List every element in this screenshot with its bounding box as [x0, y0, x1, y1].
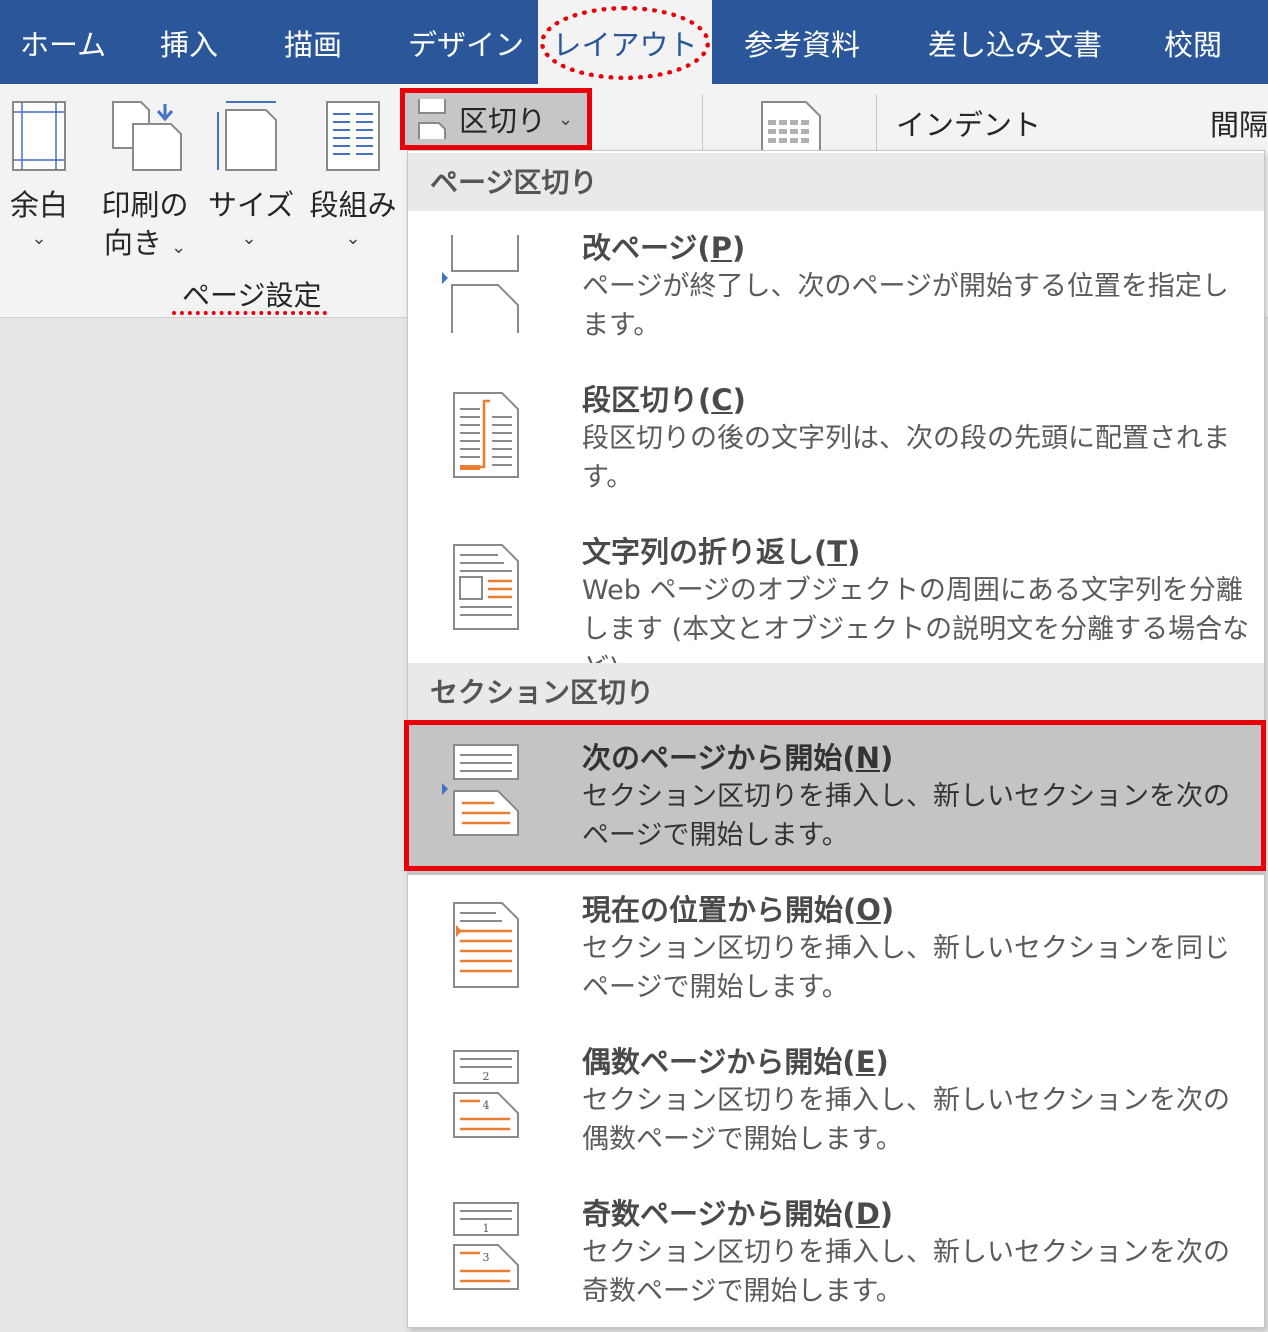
page-break-icon — [442, 235, 519, 333]
tab-draw[interactable]: 描画 — [284, 0, 342, 84]
menu-item-section-even-page[interactable]: 2 4 偶数ページから開始(E) セクション区切りを挿入し、新しいセクションを次… — [408, 1029, 1264, 1179]
tab-review[interactable]: 校閲 — [1164, 0, 1222, 84]
menu-item-title: 偶数ページから開始(E) — [582, 1045, 889, 1079]
svg-text:1: 1 — [483, 1222, 490, 1235]
chevron-down-icon: ⌄ — [241, 228, 257, 249]
tab-design[interactable]: デザイン — [408, 0, 524, 84]
menu-item-description: セクション区切りを挿入し、新しいセクションを次のページで開始します。 — [582, 781, 1230, 851]
menu-item-title: 改ページ(P) — [582, 231, 746, 265]
menu-item-description: セクション区切りを挿入し、新しいセクションを次の奇数ページで開始します。 — [582, 1237, 1230, 1307]
indent-label: インデント — [896, 108, 1042, 142]
menu-item-title: 次のページから開始(N) — [582, 741, 894, 775]
chevron-down-icon: ⌄ — [171, 237, 187, 258]
word-window: ホーム 挿入 描画 デザイン レイアウト 参考資料 差し込み文書 校閲 余白 ⌄ — [0, 0, 1268, 1332]
page-setup-group-label: ページ設定 — [182, 279, 322, 312]
page-breaks-header: ページ区切り — [408, 153, 1264, 211]
svg-text:3: 3 — [483, 1251, 490, 1264]
ribbon-separator — [876, 94, 877, 152]
tab-home[interactable]: ホーム — [20, 0, 106, 84]
menu-item-section-next-page[interactable]: 次のページから開始(N) セクション区切りを挿入し、新しいセクションを次のページ… — [408, 725, 1264, 875]
section-breaks-header: セクション区切り — [408, 663, 1264, 721]
menu-item-title: 文字列の折り返し(T) — [582, 535, 861, 569]
tab-mailings[interactable]: 差し込み文書 — [928, 0, 1102, 84]
breaks-button[interactable]: 区切り ⌄ — [400, 88, 592, 150]
columns-label: 段組み — [309, 188, 397, 222]
margins-icon — [12, 101, 66, 171]
section-next-page-icon — [442, 744, 519, 836]
menu-item-section-odd-page[interactable]: 1 3 奇数ページから開始(D) セクション区切りを挿入し、新しいセクションを次… — [408, 1181, 1264, 1331]
menu-item-description: セクション区切りを挿入し、新しいセクションを次の偶数ページで開始します。 — [582, 1085, 1230, 1155]
size-label: サイズ — [208, 188, 295, 222]
ribbon-separator — [702, 94, 703, 152]
menu-item-column-break[interactable]: 段区切り(C) 段区切りの後の文字列は、次の段の先頭に配置されます。 — [408, 367, 1264, 517]
tab-references[interactable]: 参考資料 — [744, 0, 860, 84]
margins-label: 余白 — [9, 188, 68, 222]
margins-button[interactable]: 余白 ⌄ — [6, 100, 72, 254]
breaks-label: 区切り — [459, 104, 547, 138]
section-odd-page-icon: 1 3 — [453, 1202, 519, 1290]
menu-item-section-continuous[interactable]: 現在の位置から開始(O) セクション区切りを挿入し、新しいセクションを同じページ… — [408, 877, 1264, 1027]
orientation-label-1: 印刷の — [101, 188, 189, 222]
annotation-underline — [172, 311, 327, 315]
chevron-down-icon: ⌄ — [31, 228, 47, 249]
menu-item-description: セクション区切りを挿入し、新しいセクションを同じページで開始します。 — [582, 933, 1230, 1003]
breaks-dropdown-menu: ページ区切り 改ページ(P) ページが終了し、次のページが開始する位置を指定しま… — [407, 150, 1265, 1328]
menu-item-title: 段区切り(C) — [582, 383, 746, 417]
menu-item-description: 段区切りの後の文字列は、次の段の先頭に配置されます。 — [582, 423, 1230, 493]
svg-text:4: 4 — [483, 1099, 490, 1112]
spacing-label: 間隔 — [1210, 108, 1268, 142]
columns-button[interactable]: 段組み ⌄ — [306, 100, 400, 254]
chevron-down-icon: ⌄ — [558, 108, 574, 130]
text-wrapping-icon — [453, 544, 519, 630]
size-button[interactable]: サイズ ⌄ — [208, 100, 295, 254]
section-even-page-icon: 2 4 — [453, 1050, 519, 1138]
menu-item-title: 現在の位置から開始(O) — [582, 893, 895, 927]
menu-item-title: 奇数ページから開始(D) — [582, 1197, 894, 1231]
orientation-button[interactable]: 印刷の 向き ⌄ — [100, 100, 190, 267]
ribbon-tab-bar: ホーム 挿入 描画 デザイン レイアウト 参考資料 差し込み文書 校閲 — [0, 0, 1268, 84]
menu-item-page-break[interactable]: 改ページ(P) ページが終了し、次のページが開始する位置を指定します。 — [408, 215, 1264, 365]
tab-insert[interactable]: 挿入 — [160, 0, 218, 84]
chevron-down-icon: ⌄ — [345, 228, 361, 249]
menu-item-description: ページが終了し、次のページが開始する位置を指定します。 — [582, 271, 1229, 341]
orientation-icon — [112, 101, 182, 171]
column-break-icon — [453, 392, 519, 478]
size-icon — [217, 101, 277, 171]
text-direction-icon — [761, 101, 821, 150]
tab-layout[interactable]: レイアウト — [538, 0, 712, 84]
svg-text:2: 2 — [483, 1070, 490, 1083]
menu-item-text-wrapping[interactable]: 文字列の折り返し(T) Web ページのオブジェクトの周囲にある文字列を分離しま… — [408, 519, 1264, 684]
columns-icon — [326, 101, 380, 171]
breaks-icon — [418, 99, 446, 139]
orientation-label-2: 向き ⌄ — [103, 226, 187, 260]
section-continuous-icon — [453, 902, 519, 988]
